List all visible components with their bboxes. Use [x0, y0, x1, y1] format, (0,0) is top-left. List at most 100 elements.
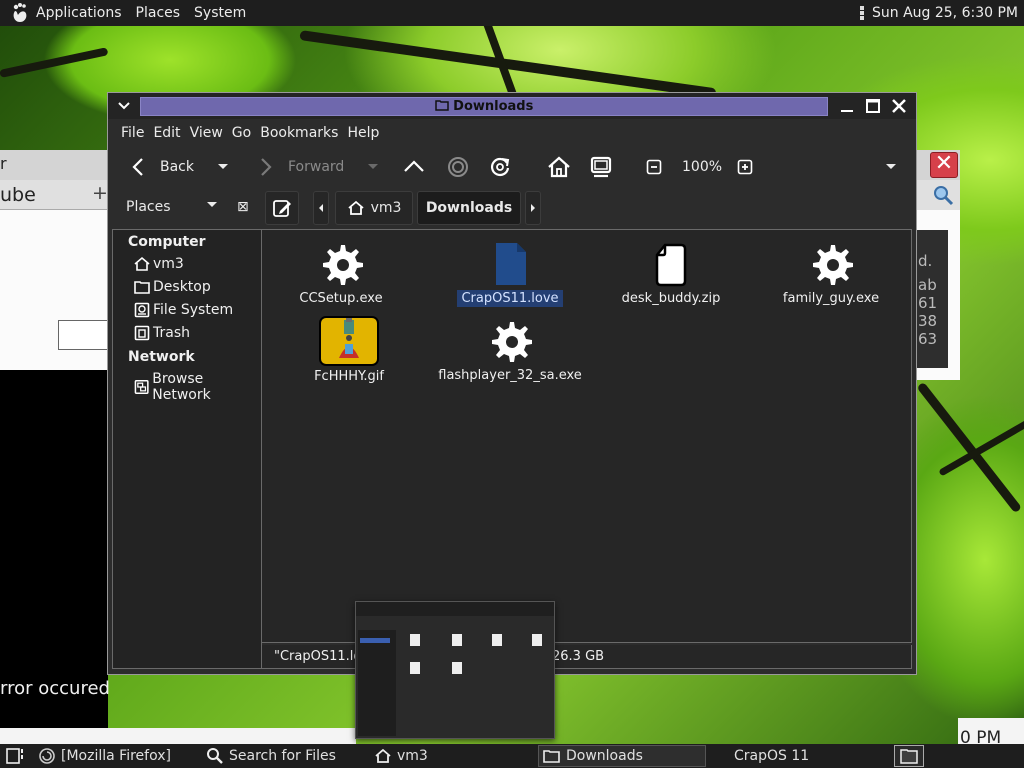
- background-input-box[interactable]: [58, 320, 108, 350]
- task-mozilla-firefox[interactable]: [Mozilla Firefox]: [34, 745, 200, 767]
- sidebar-item-trash[interactable]: Trash: [134, 325, 190, 341]
- background-close-button[interactable]: ✕: [930, 152, 958, 178]
- file-item[interactable]: CrapOS11.love: [435, 240, 585, 307]
- sidebar-type-selector[interactable]: Places ⊠: [117, 193, 259, 221]
- edit-pencil-icon: [273, 200, 291, 217]
- back-label: Back: [160, 159, 194, 175]
- close-sidebar-icon[interactable]: ⊠: [237, 199, 249, 215]
- background-tab-label: ube: [0, 184, 36, 206]
- file-item[interactable]: family_guy.exe: [756, 240, 906, 307]
- background-window-titlebar[interactable]: r: [0, 150, 108, 180]
- system-menu[interactable]: System: [190, 0, 256, 26]
- file-item[interactable]: desk_buddy.zip: [596, 240, 746, 307]
- toolbar-overflow-button[interactable]: [884, 147, 898, 187]
- sidebar-item-browse-network[interactable]: Browse Network: [134, 371, 261, 403]
- file-name: desk_buddy.zip: [621, 291, 721, 306]
- drive-icon: [134, 302, 150, 318]
- forward-arrow-icon: [261, 158, 272, 176]
- forward-label: Forward: [288, 159, 345, 175]
- title-strip[interactable]: Downloads: [140, 97, 828, 116]
- file-name: family_guy.exe: [782, 291, 880, 306]
- menu-view[interactable]: View: [188, 125, 230, 141]
- places-menu-label: Places: [135, 5, 181, 21]
- system-menu-label: System: [194, 5, 247, 21]
- menu-help[interactable]: Help: [345, 125, 386, 141]
- stop-icon: [448, 157, 468, 177]
- close-button[interactable]: [890, 96, 908, 116]
- minimize-button[interactable]: [838, 96, 856, 116]
- reload-button[interactable]: [488, 147, 512, 187]
- file-view[interactable]: CCSetup.exe CrapOS11.love desk_buddy.zip…: [262, 229, 912, 643]
- back-history-dropdown[interactable]: [216, 147, 230, 187]
- sidebar-heading-network: Network: [128, 349, 195, 365]
- menu-edit[interactable]: Edit: [151, 125, 187, 141]
- computer-icon: [590, 156, 612, 178]
- stop-button[interactable]: [446, 147, 470, 187]
- sidebar-item-desktop[interactable]: Desktop: [134, 279, 211, 295]
- chevron-down-icon: [886, 164, 896, 169]
- places-menu[interactable]: Places: [132, 0, 191, 26]
- clock[interactable]: Sun Aug 25, 6:30 PM: [872, 5, 1018, 21]
- file-item[interactable]: CCSetup.exe: [266, 240, 416, 307]
- trash-icon: [134, 325, 150, 341]
- search-icon: [207, 748, 223, 764]
- background-right-text: d. ab 61 38 63: [916, 230, 948, 368]
- home-button[interactable]: [546, 147, 572, 187]
- panel-menu-icon[interactable]: [860, 6, 864, 20]
- back-button[interactable]: Back: [128, 147, 194, 187]
- task-label: Search for Files: [229, 748, 336, 764]
- folder-icon: [434, 100, 449, 111]
- window-preview-thumbnail[interactable]: [355, 601, 555, 739]
- background-browser-tab[interactable]: ube +: [0, 180, 108, 210]
- file-item[interactable]: flashplayer_32_sa.exe: [435, 317, 585, 384]
- up-button[interactable]: [402, 147, 426, 187]
- search-icon[interactable]: [932, 184, 954, 206]
- document-icon: [496, 243, 526, 285]
- zoom-in-button[interactable]: [737, 147, 753, 187]
- breadcrumb-scroll-left[interactable]: [313, 191, 329, 225]
- zoom-out-button[interactable]: [646, 147, 662, 187]
- task-search-for-files[interactable]: Search for Files: [202, 745, 366, 767]
- computer-button[interactable]: [589, 147, 613, 187]
- sidebar-item-label: vm3: [153, 256, 184, 272]
- archive-icon: [655, 243, 687, 287]
- window-titlebar[interactable]: Downloads: [108, 93, 916, 119]
- home-icon: [134, 256, 150, 271]
- home-icon: [347, 200, 364, 215]
- task-label: vm3: [397, 748, 428, 764]
- task-label: CrapOS 11: [734, 748, 810, 764]
- breadcrumb-downloads-label: Downloads: [425, 200, 513, 216]
- chevron-down-icon: [368, 164, 378, 169]
- menu-file[interactable]: File: [119, 125, 151, 141]
- background-right-titlebar[interactable]: ✕: [916, 150, 960, 180]
- sidebar-item-label: Desktop: [153, 279, 211, 295]
- zoom-level[interactable]: 100%: [682, 147, 722, 187]
- maximize-button[interactable]: [864, 96, 882, 116]
- forward-button[interactable]: Forward: [254, 147, 344, 187]
- thumbnail-file-icon: [410, 662, 420, 674]
- task-vm3[interactable]: vm3: [370, 745, 536, 767]
- applications-menu[interactable]: Applications: [0, 0, 132, 26]
- breadcrumb-vm3[interactable]: vm3: [335, 191, 413, 225]
- new-tab-icon[interactable]: +: [92, 182, 108, 204]
- menu-bookmarks[interactable]: Bookmarks: [258, 125, 345, 141]
- menu-go[interactable]: Go: [230, 125, 258, 141]
- background-browser-window[interactable]: r ube + rror occured: [0, 150, 110, 730]
- thumbnail-file-icon: [452, 662, 462, 674]
- task-crapos-11[interactable]: CrapOS 11: [728, 745, 888, 767]
- breadcrumb-scroll-right[interactable]: [525, 191, 541, 225]
- sidebar-item-vm3[interactable]: vm3: [134, 256, 184, 272]
- task-downloads[interactable]: Downloads: [538, 745, 706, 767]
- chevron-down-icon: [218, 164, 228, 169]
- workspace-switcher[interactable]: [894, 745, 924, 767]
- show-desktop-button[interactable]: [2, 745, 32, 767]
- window-menu-button[interactable]: [114, 96, 134, 116]
- sidebar-item-file-system[interactable]: File System: [134, 302, 233, 318]
- file-item[interactable]: FcHHHY.gif: [274, 316, 424, 385]
- top-panel: Applications Places System Sun Aug 25, 6…: [0, 0, 1024, 26]
- chevron-left-icon: [319, 204, 323, 212]
- forward-history-dropdown[interactable]: [366, 147, 380, 187]
- breadcrumb-downloads[interactable]: Downloads: [417, 191, 521, 225]
- background-right-line: 61: [918, 294, 938, 312]
- edit-location-button[interactable]: [265, 191, 299, 225]
